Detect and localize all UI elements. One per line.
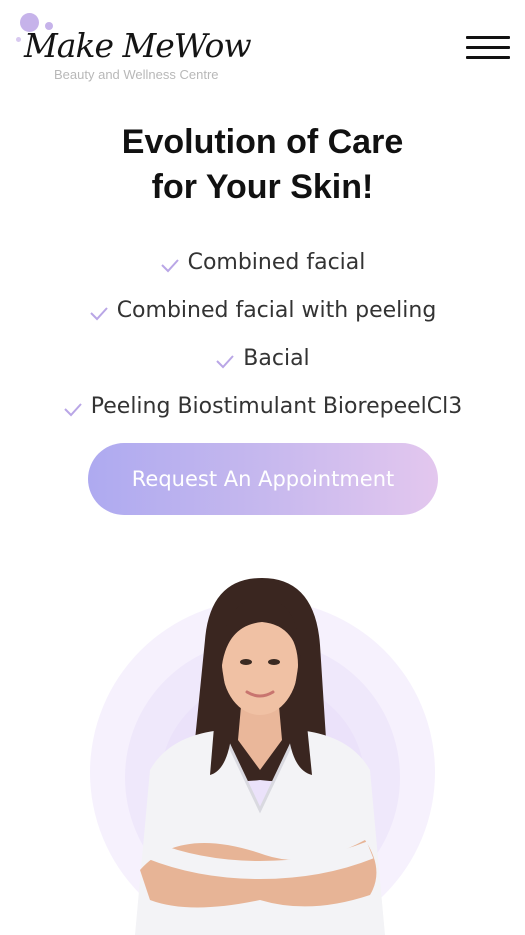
request-appointment-button[interactable]: Request An Appointment [88,443,438,515]
feature-item: Peeling Biostimulant BiorepeelCl3 [0,382,525,430]
check-icon [216,355,235,369]
logo-wordmark: Make MeWow [24,26,252,65]
feature-label: Combined facial with peeling [116,297,437,323]
menu-bar [466,46,510,49]
check-icon [64,403,82,417]
feature-item: Combined facial with peeling [0,286,525,334]
feature-list: Combined facial Combined facial with pee… [0,238,525,430]
logo-tagline: Beauty and Wellness Centre [54,67,219,82]
feature-label: Bacial [243,345,310,371]
feature-item: Combined facial [0,238,525,286]
site-header: Make MeWow Beauty and Wellness Centre [0,0,525,100]
hero-portrait [0,560,525,935]
hamburger-menu-icon[interactable] [466,36,510,64]
beautician-portrait-image [135,578,385,935]
menu-bar [466,36,510,39]
menu-bar [466,56,510,59]
logo-dot-tiny [16,37,21,42]
feature-label: Combined facial [187,249,366,275]
check-icon [160,259,179,273]
feature-label: Peeling Biostimulant BiorepeelCl3 [90,393,463,419]
hero-title: Evolution of Care for Your Skin! [0,120,525,210]
site-logo[interactable]: Make MeWow Beauty and Wellness Centre [14,10,274,90]
feature-item: Bacial [0,334,525,382]
hero-title-line-2: for Your Skin! [151,168,374,206]
check-icon [89,307,108,321]
hero-title-line-1: Evolution of Care [121,123,404,161]
